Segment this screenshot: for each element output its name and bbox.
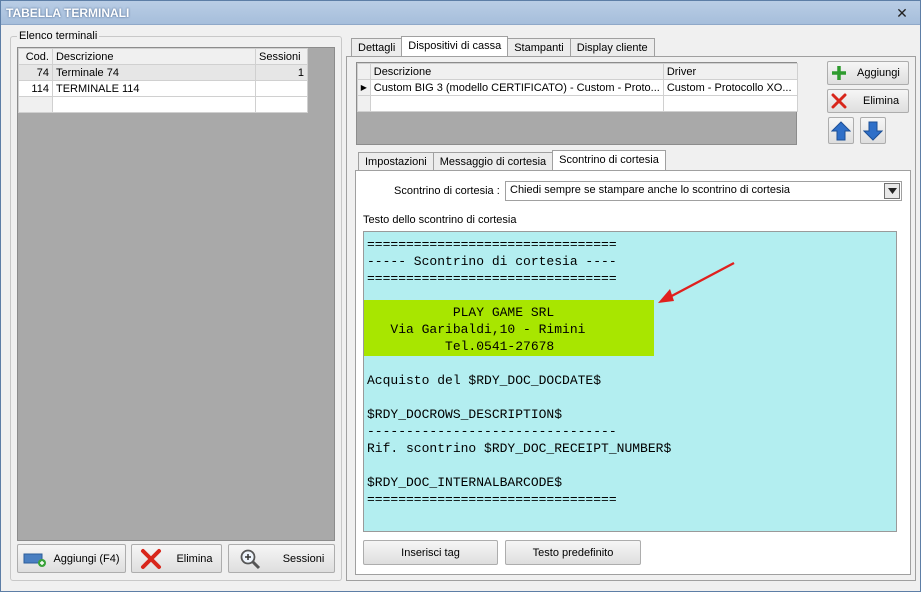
new-row[interactable] <box>18 96 308 113</box>
insert-tag-label: Inserisci tag <box>401 546 460 559</box>
move-up-button[interactable] <box>828 117 854 144</box>
text-line: ================================ <box>367 271 617 286</box>
tab-impostazioni[interactable]: Impostazioni <box>358 152 434 170</box>
cell-empty[interactable] <box>369 95 664 112</box>
table-row[interactable]: ▶ Custom BIG 3 (modello CERTIFICATO) - C… <box>357 79 799 96</box>
chevron-down-icon[interactable] <box>884 183 900 199</box>
terminals-grid[interactable]: Cod. Descrizione Sessioni 74 Terminale 7… <box>17 47 335 541</box>
title-bar: TABELLA TERMINALI ✕ <box>1 1 920 25</box>
window-title: TABELLA TERMINALI <box>6 6 130 20</box>
default-text-button[interactable]: Testo predefinito <box>505 540 641 565</box>
text-line: Via Garibaldi,10 - Rimini <box>367 322 586 337</box>
delete-terminal-label: Elimina <box>176 552 213 565</box>
red-arrow-icon <box>658 261 735 303</box>
col-header-descrizione[interactable]: Descrizione <box>51 48 257 65</box>
cortesia-select-value: Chiedi sempre se stampare anche lo scont… <box>510 184 791 196</box>
main-tabs: Dettagli Dispositivi di cassa Stampanti … <box>351 36 655 56</box>
new-row-indicator <box>357 95 371 112</box>
add-terminal-label: Aggiungi (F4) <box>53 552 120 565</box>
delete-device-button[interactable]: Elimina <box>827 89 909 113</box>
cortesia-select[interactable]: Chiedi sempre se stampare anche lo scont… <box>505 181 902 201</box>
arrow-up-icon <box>831 120 851 141</box>
add-device-label: Aggiungi <box>857 67 900 79</box>
cell-driver[interactable]: Custom - Protocollo XO... <box>662 79 799 96</box>
add-terminal-button[interactable]: Aggiungi (F4) <box>17 544 126 573</box>
cell-sessioni[interactable]: 1 <box>255 64 308 81</box>
tab-dettagli[interactable]: Dettagli <box>351 38 403 56</box>
add-terminal-icon <box>23 551 47 567</box>
sessions-label: Sessioni <box>282 552 325 565</box>
col-header-descrizione[interactable]: Descrizione <box>369 63 664 80</box>
tab-messaggio-di-cortesia[interactable]: Messaggio di cortesia <box>432 152 554 170</box>
text-line: PLAY GAME SRL <box>367 305 555 320</box>
terminals-group-label: Elenco terminali <box>17 30 100 42</box>
text-line: -------------------------------- <box>367 424 617 439</box>
main-window: TABELLA TERMINALI ✕ Elenco terminali Cod… <box>0 0 921 592</box>
text-line: Rif. scontrino $RDY_DOC_RECEIPT_NUMBER$ <box>367 441 672 456</box>
cell-empty[interactable] <box>662 95 799 112</box>
terminals-header-row: Cod. Descrizione Sessioni <box>18 48 308 65</box>
default-text-label: Testo predefinito <box>532 546 614 559</box>
text-line: Tel.0541-27678 <box>367 339 555 354</box>
new-row[interactable] <box>357 95 799 112</box>
delete-icon <box>140 548 162 570</box>
text-label: Testo dello scontrino di cortesia <box>363 214 517 226</box>
cell-cod[interactable]: 114 <box>18 80 53 97</box>
devices-grid[interactable]: Descrizione Driver ▶ Custom BIG 3 (model… <box>356 62 799 145</box>
tab-scontrino-di-cortesia[interactable]: Scontrino di cortesia <box>552 150 666 170</box>
row-pointer-icon: ▶ <box>357 79 371 96</box>
delete-icon <box>831 93 847 109</box>
cell-descrizione[interactable]: TERMINALE 114 <box>51 80 257 97</box>
plus-icon <box>831 65 847 81</box>
sessions-button[interactable]: Sessioni <box>228 544 335 573</box>
zoom-in-icon <box>239 548 261 570</box>
move-down-button[interactable] <box>860 117 886 144</box>
cortesia-combo-label: Scontrino di cortesia : <box>394 185 500 197</box>
delete-terminal-button[interactable]: Elimina <box>131 544 222 573</box>
tab-display-cliente[interactable]: Display cliente <box>569 38 655 56</box>
table-row[interactable]: 74 Terminale 74 1 <box>18 64 308 81</box>
col-header-driver[interactable]: Driver <box>662 63 799 80</box>
cell-empty[interactable] <box>255 96 308 113</box>
cell-empty[interactable] <box>51 96 257 113</box>
add-device-button[interactable]: Aggiungi <box>827 61 909 85</box>
terminals-group: Elenco terminali Cod. Descrizione Sessio… <box>10 30 342 581</box>
text-line: $RDY_DOCROWS_DESCRIPTION$ <box>367 407 563 422</box>
arrow-down-icon <box>863 121 883 141</box>
cortesia-text-editor[interactable]: ================================ ----- S… <box>363 231 897 532</box>
col-header-sessioni[interactable]: Sessioni <box>255 48 308 65</box>
cell-descrizione[interactable]: Custom BIG 3 (modello CERTIFICATO) - Cus… <box>369 79 664 96</box>
tab-dispositivi-di-cassa[interactable]: Dispositivi di cassa <box>401 36 509 56</box>
delete-device-label: Elimina <box>863 95 900 107</box>
text-line: ================================ <box>367 492 617 507</box>
cell-descrizione[interactable]: Terminale 74 <box>51 64 257 81</box>
text-line: ================================ <box>367 237 617 252</box>
table-row[interactable]: 114 TERMINALE 114 <box>18 80 308 97</box>
insert-tag-button[interactable]: Inserisci tag <box>363 540 498 565</box>
close-icon[interactable]: ✕ <box>894 5 910 21</box>
devices-header-row: Descrizione Driver <box>357 63 799 80</box>
new-row-indicator <box>18 96 53 113</box>
col-header-cod[interactable]: Cod. <box>18 48 53 65</box>
devices-header-indicator <box>357 63 371 80</box>
cell-sessioni[interactable] <box>255 80 308 97</box>
text-line: ----- Scontrino di cortesia ---- <box>367 254 617 269</box>
cell-cod[interactable]: 74 <box>18 64 53 81</box>
text-line: $RDY_DOC_INTERNALBARCODE$ <box>367 475 563 490</box>
tab-stampanti[interactable]: Stampanti <box>507 38 571 56</box>
text-line: Acquisto del $RDY_DOC_DOCDATE$ <box>367 373 602 388</box>
sub-tabs: Impostazioni Messaggio di cortesia Scont… <box>358 150 666 170</box>
